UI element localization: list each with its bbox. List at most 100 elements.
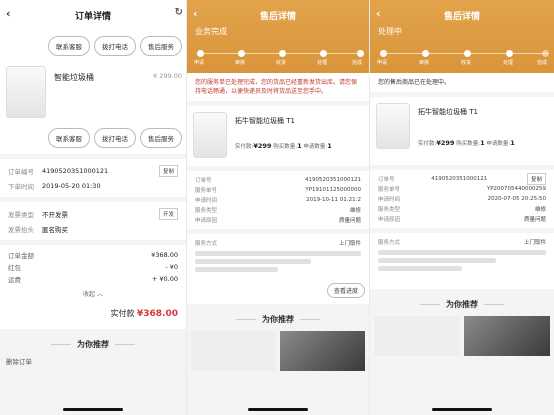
product-quantities: 实付款:¥299 购买数量:1 申请数量:1 <box>235 142 332 150</box>
info-label: 申请时间 <box>378 197 401 203</box>
product-price: ¥ 299.00 <box>153 72 182 80</box>
recommend-items <box>370 316 554 356</box>
contact-service-button[interactable]: 联系客服 <box>48 36 90 56</box>
info-label: 服务方式 <box>378 240 401 246</box>
amount-info: 订单金额 ¥368.00 红包 - ¥0 运费 + ¥0.00 收起 ︿ 实付款 ¥3… <box>0 245 186 329</box>
step-dot <box>320 50 327 57</box>
service-notice: 您的售后商品已在处理中。 <box>370 73 554 92</box>
step-label: 审核 <box>234 60 246 66</box>
row-value: 2019-05-20 01:30 <box>42 181 101 190</box>
home-indicator <box>432 408 492 411</box>
info-label: 订单号 <box>378 177 395 183</box>
info-value: YP19101125000000 <box>305 187 361 193</box>
product-item[interactable]: 拓牛智能垃圾桶 T1 实付款:¥299 购买数量:1 申请数量:1 <box>187 106 369 166</box>
after-sales-complete-panel: ‹ 售后详情 业务完成 申请 审核 收货 处理 完成 您的服务单已处理完成，您的… <box>187 0 369 415</box>
step-label: 处理 <box>502 60 514 66</box>
refresh-icon[interactable]: ↻ <box>175 7 183 18</box>
product-item[interactable]: 智能垃圾桶 ¥ 299.00 <box>0 62 186 126</box>
info-row: 申请时间 2020-07-05 20:25:50 <box>378 194 546 204</box>
view-progress-button[interactable]: 查看进度 <box>326 283 365 298</box>
back-icon[interactable]: ‹ <box>6 7 11 20</box>
product-name: 拓牛智能垃圾桶 T1 <box>235 117 295 125</box>
back-icon[interactable]: ‹ <box>193 7 198 20</box>
recommend-item[interactable] <box>280 331 365 371</box>
info-value: 维修 <box>349 208 361 214</box>
step-dot <box>542 50 549 57</box>
contact-service-button[interactable]: 联系客服 <box>48 128 90 148</box>
row-label: 发票类型 <box>8 210 34 219</box>
product-name: 拓牛智能垃圾桶 T1 <box>418 108 478 116</box>
apply-value: 1 <box>327 142 332 150</box>
after-sales-processing-panel: ‹ 售后详情 处理中 申请 审核 收货 处理 完成 您的售后商品已在处理中。 拓… <box>370 0 554 415</box>
service-info: 订单号 4190520351000121 服务单号 YP19101125000000… <box>187 171 369 229</box>
product-image <box>6 66 46 118</box>
call-button[interactable]: 拨打电话 <box>94 128 136 148</box>
info-label: 服务单号 <box>378 187 401 193</box>
paid-label: 实付款: <box>418 141 437 147</box>
info-value: 上门取件 <box>523 240 546 246</box>
copy-button[interactable]: 复制 <box>526 173 546 185</box>
step-dot <box>238 50 245 57</box>
info-label: 申请时间 <box>195 198 218 204</box>
qty-label: 购买数量: <box>456 141 481 147</box>
status-banner: ‹ 售后详情 业务完成 申请 审核 收货 处理 完成 <box>187 0 369 73</box>
paid-label: 实付款 <box>110 309 135 318</box>
blurred-address <box>378 250 546 255</box>
recommend-item[interactable] <box>464 316 550 356</box>
row-label: 发票抬头 <box>8 225 34 234</box>
step-dot <box>197 50 204 57</box>
call-button[interactable]: 拨打电话 <box>94 36 136 56</box>
paid-value: ¥368.00 <box>137 309 178 319</box>
recommend-heading: 为你推荐 <box>187 314 369 325</box>
after-sales-button[interactable]: 售后服务 <box>140 36 182 56</box>
step-label: 申请 <box>376 60 388 66</box>
product-image <box>193 112 227 158</box>
invoice-title-row: 发票抬头 匿名购买 <box>8 221 178 236</box>
paid-value: ¥299 <box>436 139 455 147</box>
info-value: 上门取件 <box>338 241 361 247</box>
copy-button[interactable]: 复制 <box>158 164 178 177</box>
recommend-heading: 为你推荐 <box>0 339 186 350</box>
step-dot <box>380 50 387 57</box>
info-value: 2019-10-11 01:21:2 <box>306 197 361 203</box>
step-label: 收货 <box>460 60 472 66</box>
back-icon[interactable]: ‹ <box>376 7 381 20</box>
progress-steps: 申请 审核 收货 处理 完成 <box>370 48 554 68</box>
step-dot <box>464 50 471 57</box>
recommend-item[interactable] <box>374 316 460 356</box>
info-value: 质量问题 <box>338 218 361 224</box>
after-sales-button[interactable]: 售后服务 <box>140 128 182 148</box>
row-value: 4190520351000121 <box>42 166 109 175</box>
header: ‹ 售后详情 <box>187 0 369 30</box>
action-buttons-top: 联系客服 拨打电话 售后服务 <box>0 30 186 62</box>
apply-label: 申请数量: <box>303 144 328 150</box>
invoice-button[interactable]: 开发 <box>158 207 178 220</box>
service-notice: 您的服务单已处理完成，您的货品已经重新发货出库。请您保持电话畅通，以便快递员及时… <box>187 73 369 101</box>
apply-label: 申请数量: <box>486 141 511 147</box>
step-label: 收货 <box>275 60 287 66</box>
delete-order-link[interactable]: 删除订单 <box>0 356 186 366</box>
info-label: 申请原因 <box>378 217 401 223</box>
info-row: 申请时间 2019-10-11 01:21:2 <box>195 195 361 205</box>
info-row: 服务类型 维修 <box>378 204 546 214</box>
info-label: 服务方式 <box>195 241 218 247</box>
info-value: 4190520351000121 <box>431 176 488 182</box>
pickup-info: 服务方式 上门取件 查看进度 <box>187 234 369 304</box>
info-value: YP200705440000259 <box>486 186 546 192</box>
info-row: 申请原因 质量问题 <box>378 214 546 224</box>
amount-row: 运费 + ¥0.00 <box>8 273 178 285</box>
info-row: 服务单号 YP19101125000000 <box>195 185 361 195</box>
blurred-phone <box>195 267 278 272</box>
step-label: 完成 <box>351 60 363 66</box>
recommend-item[interactable] <box>191 331 276 371</box>
step-dot <box>422 50 429 57</box>
collapse-button[interactable]: 收起 ︿ <box>8 289 178 298</box>
order-time-row: 下单时间 2019-05-20 01:30 <box>8 178 178 193</box>
row-label: 下单时间 <box>8 182 34 191</box>
step-dot <box>357 50 364 57</box>
order-info: 订单编号 4190520351000121 复制 下单时间 2019-05-20… <box>0 159 186 197</box>
qty-label: 购买数量: <box>273 144 298 150</box>
product-item[interactable]: 拓牛智能垃圾桶 T1 实付款:¥299 购买数量:1 申请数量:1 <box>370 97 554 165</box>
header: ‹ 订单详情 ↻ <box>0 0 186 30</box>
amount-value: + ¥0.00 <box>151 275 178 283</box>
